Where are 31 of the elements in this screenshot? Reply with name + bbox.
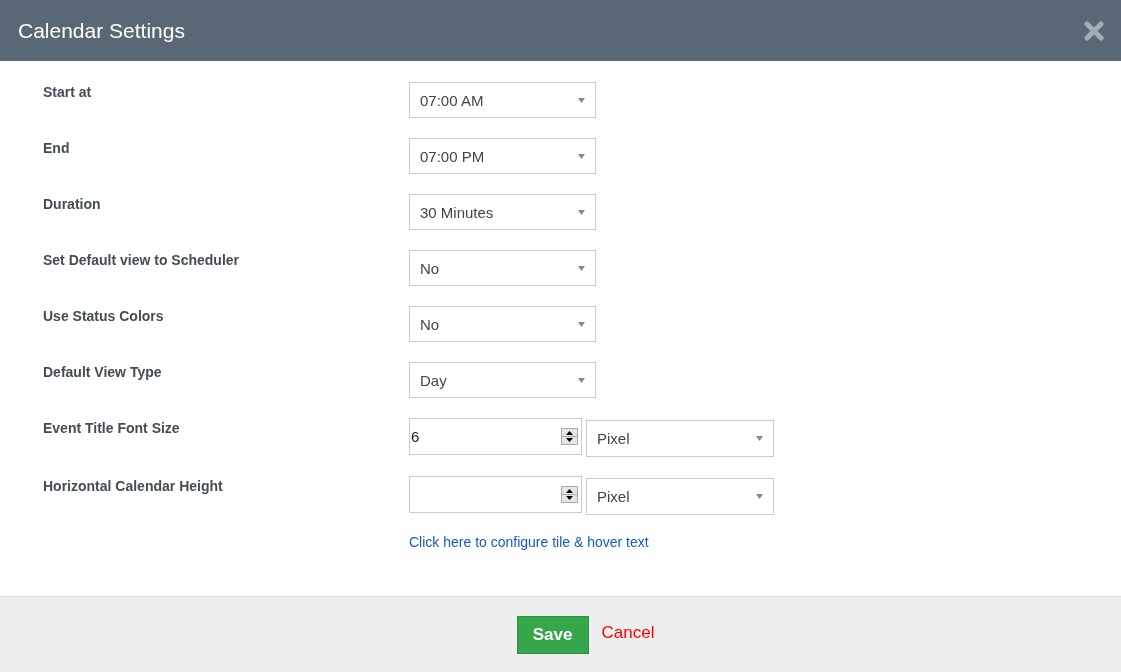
caret-icon: [578, 265, 585, 271]
field-label: Duration: [43, 195, 102, 212]
caret-icon: [756, 436, 763, 441]
dropdown[interactable]: 30 Minutes: [409, 194, 596, 230]
spinner-icon[interactable]: [561, 428, 578, 445]
number-field[interactable]: [409, 476, 582, 513]
unit-dropdown[interactable]: Pixel: [586, 478, 774, 515]
dropdown[interactable]: No: [409, 306, 596, 342]
caret-icon: [578, 153, 585, 159]
field-label: Use Status Colors: [43, 307, 165, 324]
field-label: Horizontal Calendar Height: [43, 477, 224, 494]
window-title: Calendar Settings: [18, 18, 185, 43]
number-field[interactable]: 6: [409, 418, 582, 455]
caret-icon: [578, 209, 585, 215]
dropdown[interactable]: 07:00 AM: [409, 82, 596, 118]
field-label: Event Title Font Size: [43, 419, 181, 436]
dropdown[interactable]: Day: [409, 362, 596, 398]
caret-icon: [578, 321, 585, 327]
caret-icon: [578, 97, 585, 103]
close-icon[interactable]: [1084, 20, 1104, 41]
caret-icon: [578, 377, 585, 383]
caret-icon: [756, 494, 763, 499]
unit-dropdown[interactable]: Pixel: [586, 420, 774, 457]
field-label: End: [43, 139, 71, 156]
configure-link[interactable]: Click here to configure tile & hover text: [409, 534, 649, 550]
field-label: Default View Type: [43, 363, 163, 380]
dropdown[interactable]: No: [409, 250, 596, 286]
field-label: Start at: [43, 83, 93, 100]
field-label: Set Default view to Scheduler: [43, 251, 241, 268]
spinner-icon[interactable]: [561, 486, 578, 503]
dropdown[interactable]: 07:00 PM: [409, 138, 596, 174]
